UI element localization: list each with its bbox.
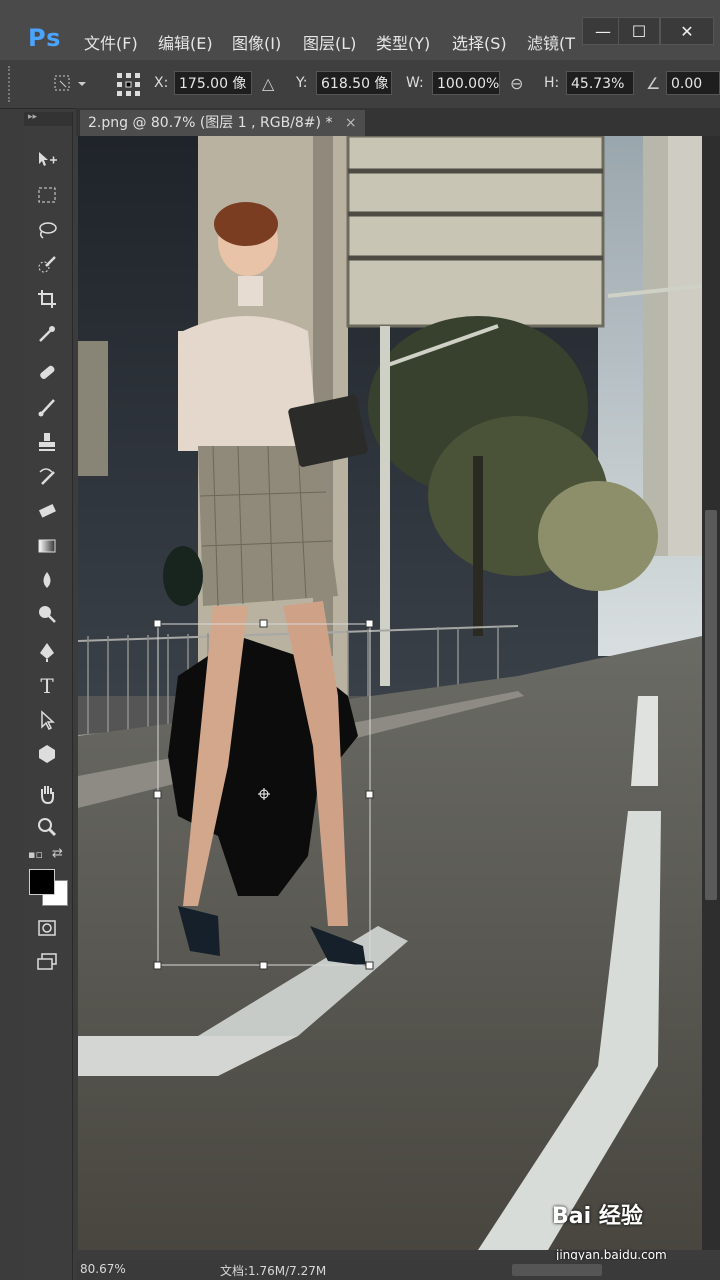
link-icon[interactable]: ⊖ xyxy=(510,74,523,93)
photoshop-logo: Ps xyxy=(28,24,62,52)
horizontal-scrollbar-thumb[interactable] xyxy=(512,1264,602,1276)
canvas-image xyxy=(78,136,702,1250)
history-brush-tool-icon[interactable] xyxy=(30,463,64,491)
menu-edit[interactable]: 编辑(E) xyxy=(158,30,213,54)
w-label: W: xyxy=(406,75,424,91)
angle-field[interactable]: 0.00 xyxy=(666,71,720,95)
x-field[interactable]: 175.00 像 xyxy=(174,71,252,95)
tools-panel-collapse-icon[interactable]: ▸▸ xyxy=(24,112,72,126)
zoom-tool-icon[interactable] xyxy=(30,813,64,841)
zoom-level[interactable]: 80.67% xyxy=(80,1262,126,1276)
foreground-color-swatch[interactable] xyxy=(29,869,55,895)
default-colors-icon[interactable]: ▪▫ xyxy=(28,848,43,861)
y-label: Y: xyxy=(296,75,308,91)
hand-tool-icon[interactable] xyxy=(30,780,64,808)
quick-mask-icon[interactable] xyxy=(30,914,64,942)
close-tab-icon[interactable]: × xyxy=(345,115,357,131)
marquee-tool-icon[interactable] xyxy=(30,181,64,209)
move-tool-icon[interactable] xyxy=(30,146,64,174)
document-size: 文档:1.76M/7.27M xyxy=(220,1264,327,1278)
gradient-tool-icon[interactable] xyxy=(30,532,64,560)
swap-colors-icon[interactable]: ⇄ xyxy=(52,846,63,861)
quick-selection-tool-icon[interactable] xyxy=(30,251,64,279)
menu-image[interactable]: 图像(I) xyxy=(232,30,281,54)
baidu-watermark: Bai 经验 xyxy=(552,1204,643,1229)
menu-filter[interactable]: 滤镜(T xyxy=(527,30,575,54)
options-grip[interactable] xyxy=(8,66,14,102)
document-tab-title: 2.png @ 80.7% (图层 1 , RGB/8#) * xyxy=(88,115,333,131)
menu-select[interactable]: 选择(S) xyxy=(452,30,507,54)
dodge-tool-icon[interactable] xyxy=(30,600,64,628)
document-tab[interactable]: 2.png @ 80.7% (图层 1 , RGB/8#) * × xyxy=(80,110,365,136)
w-field[interactable]: 100.00% xyxy=(432,71,500,95)
shape-tool-icon[interactable] xyxy=(30,740,64,768)
maximize-button[interactable]: ☐ xyxy=(618,17,660,45)
document-canvas[interactable] xyxy=(78,136,702,1250)
vertical-scrollbar-thumb[interactable] xyxy=(705,510,717,900)
delta-icon[interactable]: △ xyxy=(262,74,274,93)
x-label: X: xyxy=(154,75,169,91)
type-tool-icon[interactable]: T xyxy=(30,672,64,700)
status-bar: 80.67% 文档:1.76M/7.27M xyxy=(76,1260,720,1280)
blur-tool-icon[interactable] xyxy=(30,566,64,594)
close-window-button[interactable]: ✕ xyxy=(660,17,714,45)
eyedropper-tool-icon[interactable] xyxy=(30,320,64,348)
menu-layer[interactable]: 图层(L) xyxy=(303,30,356,54)
menu-file[interactable]: 文件(F) xyxy=(84,30,138,54)
menu-type[interactable]: 类型(Y) xyxy=(376,30,430,54)
y-field[interactable]: 618.50 像 xyxy=(316,71,392,95)
angle-icon: ∠ xyxy=(646,74,661,93)
lasso-tool-icon[interactable] xyxy=(30,216,64,244)
screen-mode-icon[interactable] xyxy=(30,948,64,976)
transform-tool-icon[interactable] xyxy=(52,72,88,98)
clone-stamp-tool-icon[interactable] xyxy=(30,428,64,456)
eraser-tool-icon[interactable] xyxy=(30,497,64,525)
h-field[interactable]: 45.73% xyxy=(566,71,634,95)
healing-brush-tool-icon[interactable] xyxy=(30,358,64,386)
h-label: H: xyxy=(544,75,560,91)
crop-tool-icon[interactable] xyxy=(30,285,64,313)
pen-tool-icon[interactable] xyxy=(30,638,64,666)
brush-tool-icon[interactable] xyxy=(30,393,64,421)
path-selection-tool-icon[interactable] xyxy=(30,706,64,734)
reference-point-icon[interactable] xyxy=(116,72,142,102)
